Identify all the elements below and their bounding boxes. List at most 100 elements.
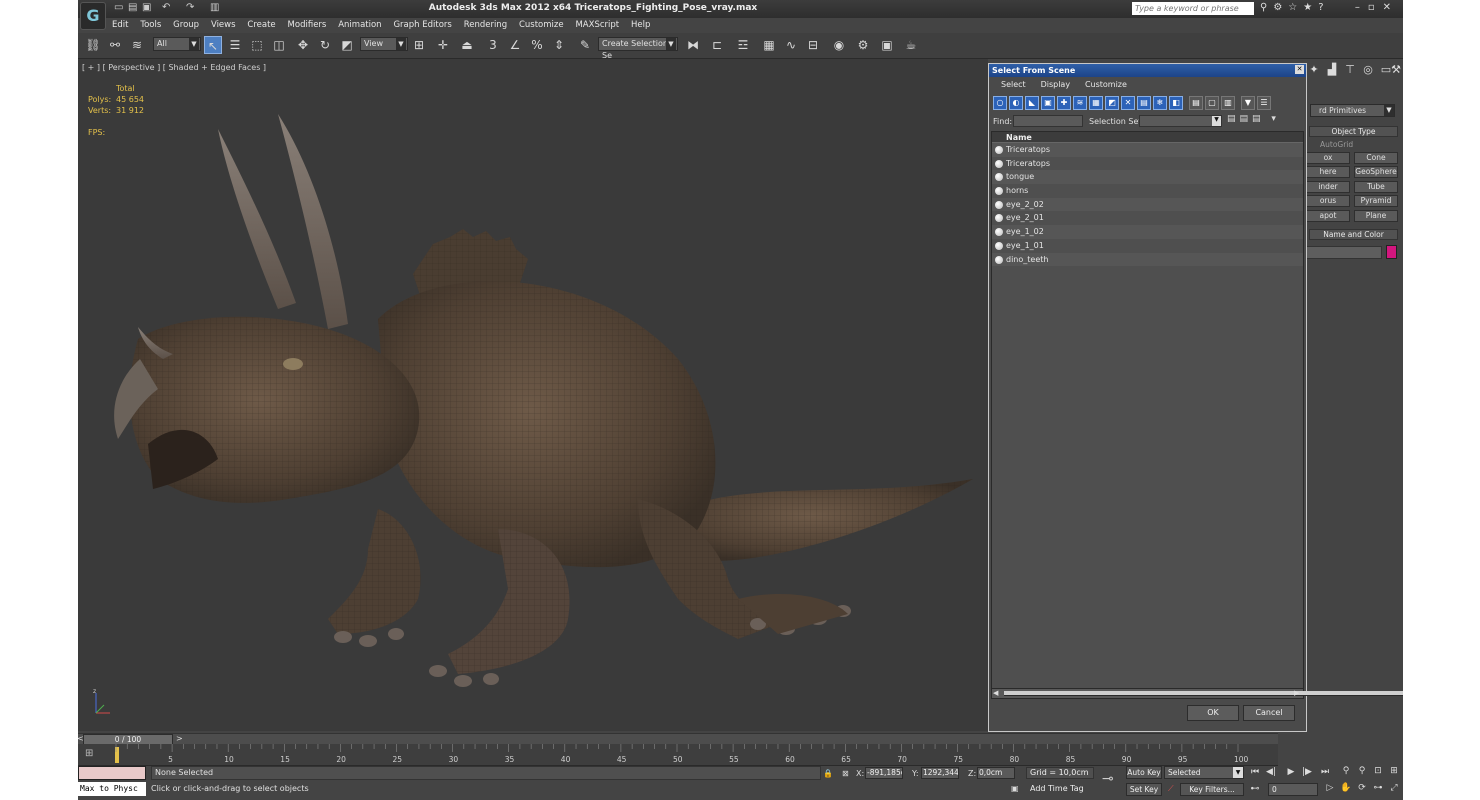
track-bar[interactable]: ⊞ 5 10 15 20 25 30 35 40 45 50 55 60 65 70 75 80 85 90 95 1… [78, 744, 1278, 766]
filter-icon[interactable]: ▼ [1241, 96, 1255, 110]
reference-coordinate-dropdown[interactable]: View ▼ [360, 37, 408, 51]
render-setup-icon[interactable]: ⚙ [854, 36, 872, 54]
menu-maxscript[interactable]: MAXScript [575, 18, 619, 33]
move-icon[interactable]: ✥ [294, 36, 312, 54]
hierarchy-tab-icon[interactable]: ⊤ [1342, 63, 1358, 76]
orbit-icon[interactable]: ⟳ [1356, 783, 1368, 793]
menu-modifiers[interactable]: Modifiers [288, 18, 327, 33]
menu-tools[interactable]: Tools [140, 18, 161, 33]
dialog-menu-customize[interactable]: Customize [1085, 80, 1127, 89]
window-crossing-icon[interactable]: ◫ [270, 36, 288, 54]
bind-space-warp-icon[interactable]: ≋ [128, 36, 146, 54]
box-button[interactable]: ox [1306, 152, 1350, 164]
select-all-icon[interactable]: ▤ [1189, 96, 1203, 110]
angle-snap-icon[interactable]: ∠ [506, 36, 524, 54]
field-of-view-icon[interactable]: ▷ [1324, 783, 1336, 793]
menu-group[interactable]: Group [173, 18, 199, 33]
display-lights-icon[interactable]: ◣ [1025, 96, 1039, 110]
display-frozen-icon[interactable]: ❄ [1153, 96, 1167, 110]
menu-views[interactable]: Views [211, 18, 236, 33]
modify-tab-icon[interactable]: ▟ [1324, 63, 1340, 76]
dialog-menu-display[interactable]: Display [1041, 80, 1071, 89]
rectangular-selection-icon[interactable]: ⬚ [248, 36, 266, 54]
current-frame-field[interactable]: 0 [1268, 783, 1318, 796]
window-controls[interactable]: –▫✕ [1355, 2, 1399, 13]
cone-button[interactable]: Cone [1354, 152, 1398, 164]
unlink-icon[interactable]: ⚯ [106, 36, 124, 54]
graphite-tools-icon[interactable]: ▦ [760, 36, 778, 54]
find-input[interactable] [1013, 115, 1083, 127]
rendered-frame-window-icon[interactable]: ▣ [878, 36, 896, 54]
object-list[interactable]: Name Triceratops Triceratops tongue horns ey… [991, 131, 1304, 689]
menu-rendering[interactable]: Rendering [464, 18, 507, 33]
search-input[interactable] [1132, 2, 1254, 15]
select-invert-icon[interactable]: ▥ [1221, 96, 1235, 110]
close-icon[interactable]: ✕ [1295, 65, 1304, 74]
next-key-icon[interactable]: |▶ [1300, 766, 1314, 779]
display-geometry-icon[interactable]: ○ [993, 96, 1007, 110]
menu-graph-editors[interactable]: Graph Editors [393, 18, 451, 33]
edit-named-selection-icon[interactable]: ✎ [576, 36, 594, 54]
selection-set-dropdown[interactable]: ▼ [1139, 115, 1222, 127]
x-coordinate-field[interactable]: -891,185cr [865, 767, 903, 779]
pan-icon[interactable]: ✋ [1340, 783, 1352, 793]
menu-create[interactable]: Create [247, 18, 275, 33]
column-header-name[interactable]: Name [992, 132, 1303, 143]
rotate-icon[interactable]: ↻ [316, 36, 334, 54]
display-containers-icon[interactable]: ▤ [1137, 96, 1151, 110]
pyramid-button[interactable]: Pyramid [1354, 195, 1398, 207]
app-logo-icon[interactable]: G [80, 2, 106, 30]
time-slider[interactable]: < 0 / 100 > [78, 733, 1278, 745]
key-mode-icon[interactable]: ⊷ [1248, 783, 1262, 796]
add-time-tag-button[interactable]: Add Time Tag [1030, 784, 1084, 793]
scrollbar-track[interactable] [1004, 691, 1403, 696]
motion-tab-icon[interactable]: ◎ [1360, 63, 1376, 76]
key-mode-dropdown[interactable]: Selected ▼ [1164, 766, 1244, 779]
time-tag-icon[interactable]: ▣ [1011, 784, 1019, 793]
pivot-center-icon[interactable]: ⊞ [410, 36, 428, 54]
select-manipulate-icon[interactable]: ✛ [434, 36, 452, 54]
play-icon[interactable]: ▶ [1284, 766, 1298, 779]
display-xrefs-icon[interactable]: ◩ [1105, 96, 1119, 110]
layer-manager-icon[interactable]: ☲ [734, 36, 752, 54]
scroll-right-icon[interactable]: ▶ [1294, 689, 1302, 697]
list-item[interactable]: eye_1_02 [992, 225, 1303, 239]
display-space-warps-icon[interactable]: ≋ [1073, 96, 1087, 110]
menu-customize[interactable]: Customize [519, 18, 564, 33]
named-selection-dropdown[interactable]: Create Selection Se ▼ [598, 37, 678, 60]
name-and-color-rollout[interactable]: Name and Color [1309, 229, 1398, 240]
curve-editor-icon[interactable]: ∿ [782, 36, 800, 54]
key-filters-button[interactable]: Key Filters... [1180, 783, 1244, 796]
keyboard-shortcut-icon[interactable]: ⏏ [458, 36, 476, 54]
scale-icon[interactable]: ◩ [338, 36, 356, 54]
key-mode-toggle-icon[interactable]: ⟋ [1168, 784, 1174, 794]
previous-key-icon[interactable]: ◀| [1264, 766, 1278, 779]
percent-snap-icon[interactable]: % [528, 36, 546, 54]
set-key-button[interactable]: Set Key [1126, 783, 1162, 796]
select-object-icon[interactable]: ↖ [204, 36, 222, 54]
zoom-icon[interactable]: ⚲ [1340, 766, 1352, 776]
maximize-viewport-icon[interactable]: ⤢ [1388, 783, 1400, 793]
select-by-name-icon[interactable]: ☰ [226, 36, 244, 54]
tube-button[interactable]: Tube [1354, 181, 1398, 193]
sphere-button[interactable]: here [1306, 166, 1350, 178]
zoom-all-icon[interactable]: ⚲ [1356, 766, 1368, 776]
menu-animation[interactable]: Animation [338, 18, 381, 33]
maxscript-listener-input[interactable]: Max to Physc [78, 782, 146, 796]
list-item[interactable]: Triceratops [992, 143, 1303, 157]
list-item[interactable]: eye_2_01 [992, 211, 1303, 225]
align-icon[interactable]: ⊏ [708, 36, 726, 54]
next-frame-icon[interactable]: > [176, 734, 183, 743]
list-item[interactable]: eye_1_01 [992, 239, 1303, 253]
perspective-viewport[interactable]: [ + ] [ Perspective ] [ Shaded + Edged F… [78, 59, 988, 731]
display-groups-icon[interactable]: ▦ [1089, 96, 1103, 110]
render-production-icon[interactable]: ☕ [902, 36, 920, 54]
zoom-extents-icon[interactable]: ⊡ [1372, 766, 1384, 776]
autogrid-checkbox[interactable]: AutoGrid [1320, 140, 1353, 149]
display-hidden-icon[interactable]: ◧ [1169, 96, 1183, 110]
go-to-end-icon[interactable]: ⏭ [1318, 766, 1332, 779]
teapot-button[interactable]: apot [1306, 210, 1350, 222]
object-name-field[interactable] [1306, 246, 1382, 259]
link-icon[interactable]: ⛓ [84, 36, 102, 54]
list-item[interactable]: horns [992, 184, 1303, 198]
